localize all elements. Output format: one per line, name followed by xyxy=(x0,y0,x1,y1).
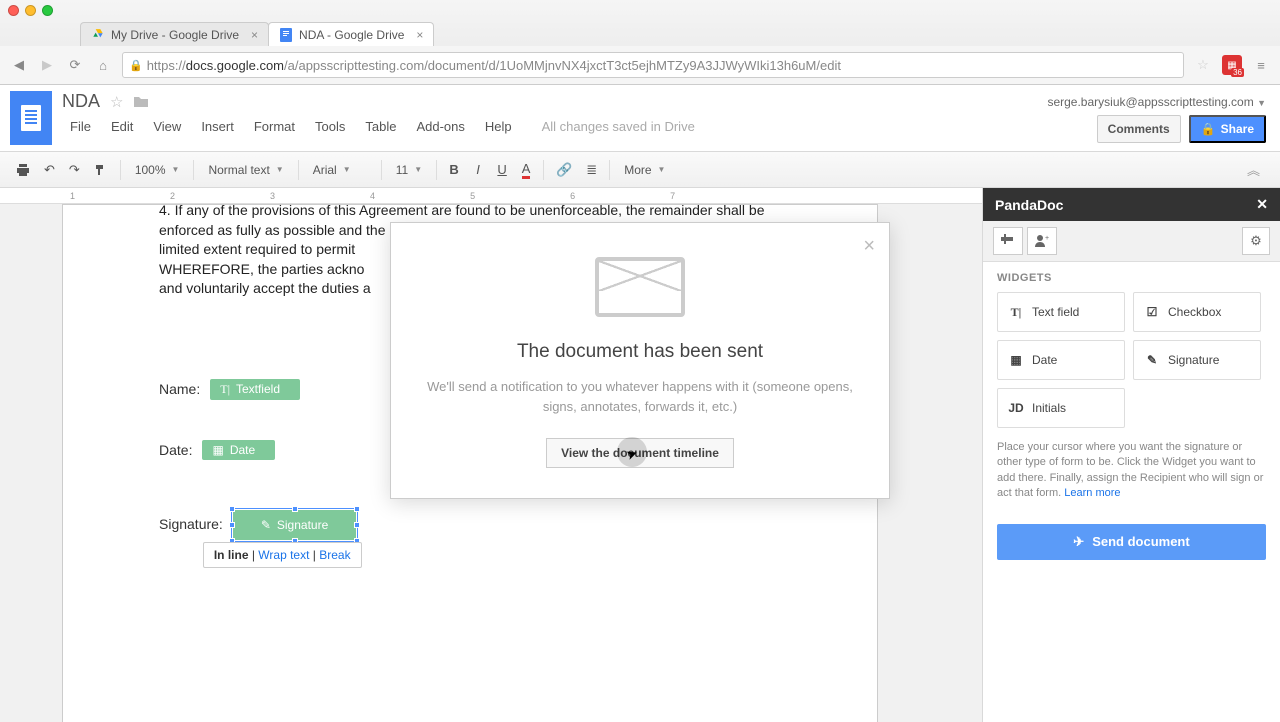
italic-icon[interactable]: I xyxy=(467,157,489,183)
align-icon[interactable]: ≣ xyxy=(580,157,603,183)
widget-initials[interactable]: JD Initials xyxy=(997,388,1125,428)
widgets-tab[interactable] xyxy=(993,227,1023,255)
pandadoc-sidebar: PandaDoc ✕ + ⚙ WIDGETS T| Text field ☑ C… xyxy=(982,188,1280,722)
user-email[interactable]: serge.barysiuk@appsscripttesting.com xyxy=(1047,95,1253,109)
sent-modal: × The document has been sent We'll send … xyxy=(390,222,890,499)
save-status: All changes saved in Drive xyxy=(534,116,703,137)
send-icon: ✈ xyxy=(1073,534,1084,550)
menu-icon[interactable]: ≡ xyxy=(1252,56,1270,74)
underline-icon[interactable]: U xyxy=(491,157,513,183)
learn-more-link[interactable]: Learn more xyxy=(1064,487,1120,499)
modal-description: We'll send a notification to you whateve… xyxy=(421,377,859,416)
menu-view[interactable]: View xyxy=(145,116,189,137)
sidebar-title: PandaDoc xyxy=(995,197,1063,213)
undo-icon[interactable]: ↶ xyxy=(38,157,61,183)
menu-insert[interactable]: Insert xyxy=(193,116,242,137)
signature-label: Signature: xyxy=(159,516,223,532)
svg-text:+: + xyxy=(1045,235,1049,242)
drive-icon xyxy=(91,28,105,42)
window-close[interactable] xyxy=(8,5,19,16)
sidebar-help-text: Place your cursor where you want the sig… xyxy=(983,428,1280,514)
bold-icon[interactable]: B xyxy=(443,157,465,183)
browser-tab-drive[interactable]: My Drive - Google Drive × xyxy=(80,22,269,46)
url-text: https://docs.google.com/a/appsscripttest… xyxy=(147,58,841,73)
star-icon[interactable]: ☆ xyxy=(110,93,123,111)
comments-button[interactable]: Comments xyxy=(1097,115,1181,143)
window-zoom[interactable] xyxy=(42,5,53,16)
close-icon[interactable]: ✕ xyxy=(1256,196,1268,213)
checkbox-icon: ☑ xyxy=(1144,305,1160,319)
home-button[interactable]: ⌂ xyxy=(94,56,112,74)
pen-icon: ✎ xyxy=(261,518,271,532)
link-icon[interactable]: 🔗 xyxy=(550,157,578,183)
date-widget[interactable]: ▦ Date xyxy=(202,440,275,460)
folder-icon[interactable] xyxy=(133,95,149,109)
text-color-icon[interactable]: A xyxy=(515,157,537,183)
close-icon[interactable]: × xyxy=(416,28,423,42)
inline-option[interactable]: In line xyxy=(214,548,249,562)
lock-icon: 🔒 xyxy=(129,59,143,72)
widget-checkbox[interactable]: ☑ Checkbox xyxy=(1133,292,1261,332)
redo-icon[interactable]: ↷ xyxy=(63,157,86,183)
recipients-tab[interactable]: + xyxy=(1027,227,1057,255)
break-option[interactable]: Break xyxy=(319,548,350,562)
menu-tools[interactable]: Tools xyxy=(307,116,353,137)
widget-textfield[interactable]: T| Text field xyxy=(997,292,1125,332)
send-document-button[interactable]: ✈ Send document xyxy=(997,524,1266,560)
settings-icon[interactable]: ⚙ xyxy=(1242,227,1270,255)
signature-widget-selected[interactable]: ✎ Signature In line | Wrap text | xyxy=(233,510,356,540)
widget-date[interactable]: ▦ Date xyxy=(997,340,1125,380)
modal-title: The document has been sent xyxy=(421,341,859,363)
toolbar: ↶ ↷ 100%▼ Normal text▼ Arial▼ 11▼ B I U … xyxy=(0,152,1280,188)
menu-help[interactable]: Help xyxy=(477,116,520,137)
collapse-toolbar-icon[interactable]: ︽ xyxy=(1247,160,1260,179)
view-timeline-button[interactable]: View the document timeline ➤ xyxy=(546,438,734,468)
text-icon: T| xyxy=(220,382,230,397)
tab-title: My Drive - Google Drive xyxy=(111,28,239,42)
zoom-select[interactable]: 100%▼ xyxy=(127,160,188,180)
menu-file[interactable]: File xyxy=(62,116,99,137)
more-button[interactable]: More▼ xyxy=(616,160,673,180)
font-select[interactable]: Arial▼ xyxy=(305,160,375,180)
wrap-option[interactable]: Wrap text xyxy=(258,548,309,562)
image-options-toolbar: In line | Wrap text | Break xyxy=(203,542,362,568)
envelope-icon xyxy=(595,257,685,317)
document-title[interactable]: NDA xyxy=(62,91,100,112)
print-icon[interactable] xyxy=(10,157,36,183)
back-button[interactable]: ◀ xyxy=(10,56,28,74)
menu-table[interactable]: Table xyxy=(357,116,404,137)
share-button[interactable]: 🔒 Share xyxy=(1189,115,1266,143)
address-bar[interactable]: 🔒 https://docs.google.com/a/appsscriptte… xyxy=(122,52,1184,78)
docs-logo[interactable] xyxy=(10,91,52,145)
text-icon: T| xyxy=(1008,305,1024,320)
extension-icon[interactable]: ▦ 36 xyxy=(1222,55,1242,75)
pen-icon: ✎ xyxy=(1144,353,1160,367)
textfield-widget[interactable]: T| Textfield xyxy=(210,379,300,400)
reload-button[interactable]: ⟳ xyxy=(66,56,84,74)
style-select[interactable]: Normal text▼ xyxy=(200,160,291,180)
calendar-icon: ▦ xyxy=(212,443,223,457)
date-label: Date: xyxy=(159,442,192,458)
name-label: Name: xyxy=(159,381,200,397)
window-minimize[interactable] xyxy=(25,5,36,16)
docs-icon xyxy=(279,28,293,42)
close-icon[interactable]: × xyxy=(863,235,875,258)
initials-icon: JD xyxy=(1008,401,1024,415)
paint-format-icon[interactable] xyxy=(88,157,114,183)
menu-format[interactable]: Format xyxy=(246,116,303,137)
widget-signature[interactable]: ✎ Signature xyxy=(1133,340,1261,380)
extension-badge: 36 xyxy=(1231,68,1244,77)
forward-button: ▶ xyxy=(38,56,56,74)
menu-edit[interactable]: Edit xyxy=(103,116,141,137)
lock-icon: 🔒 xyxy=(1201,122,1216,136)
menubar: File Edit View Insert Format Tools Table… xyxy=(62,116,1047,137)
browser-tab-doc[interactable]: NDA - Google Drive × xyxy=(268,22,434,46)
size-select[interactable]: 11▼ xyxy=(388,160,430,180)
bookmark-icon[interactable]: ☆ xyxy=(1194,56,1212,74)
close-icon[interactable]: × xyxy=(251,28,258,42)
calendar-icon: ▦ xyxy=(1008,353,1024,367)
tab-title: NDA - Google Drive xyxy=(299,28,404,42)
widgets-heading: WIDGETS xyxy=(983,262,1280,292)
menu-addons[interactable]: Add-ons xyxy=(408,116,472,137)
